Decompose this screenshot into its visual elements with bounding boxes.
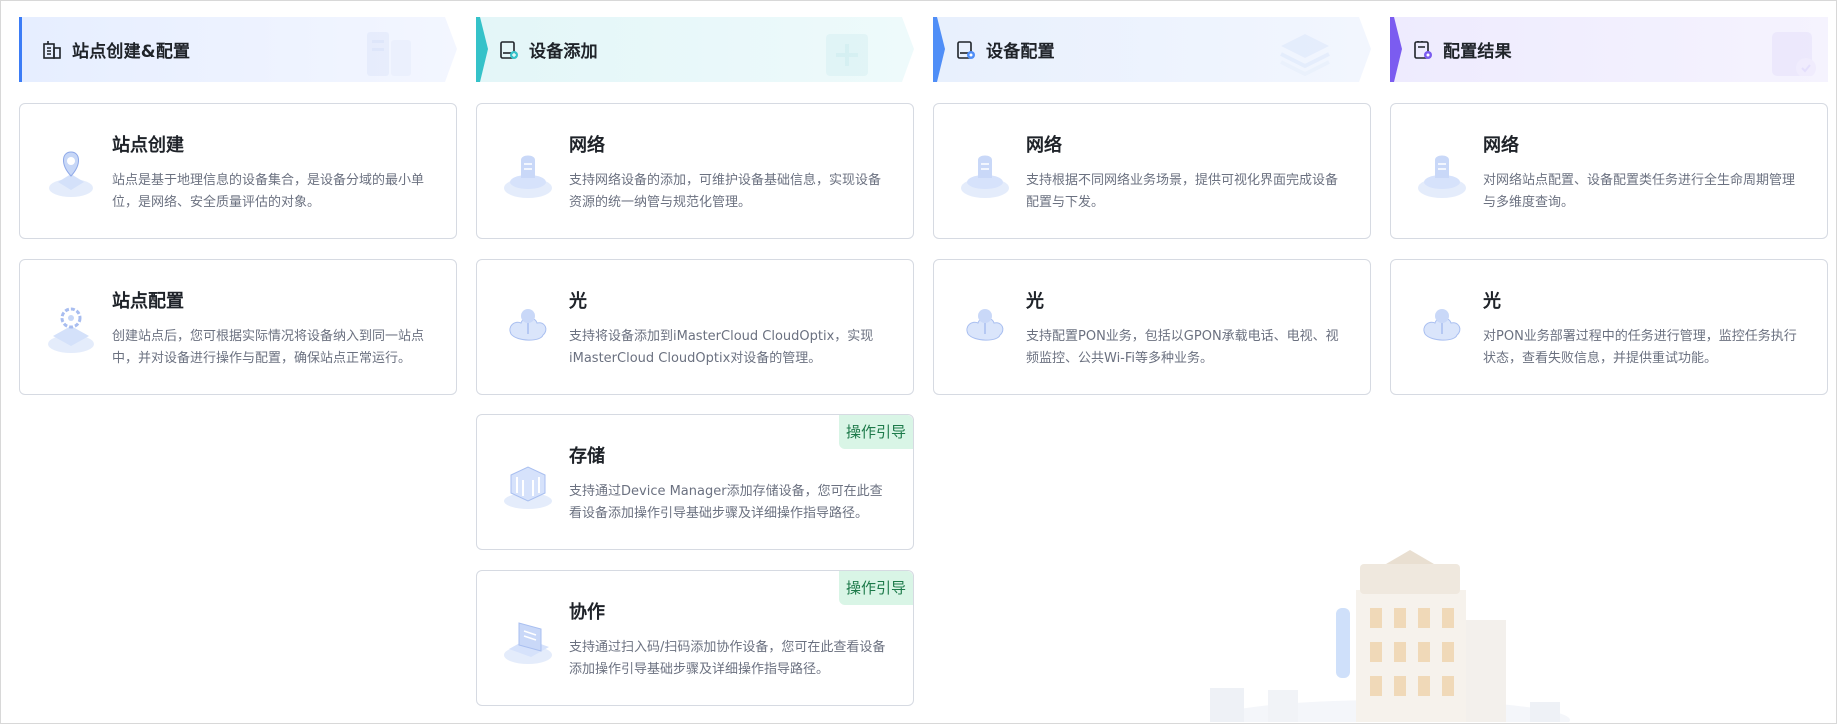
device-config-icon [957, 40, 975, 59]
column-header-device-config: 设备配置 [933, 17, 1371, 82]
column-header-device-add: 设备添加 [476, 17, 914, 82]
column-title: 配置结果 [1443, 42, 1512, 62]
collaboration-illustration [504, 622, 552, 664]
storage-illustration [504, 466, 552, 509]
card-description: 创建站点后，您可根据实际情况将设备纳入到同一站点中，并对设备进行操作与配置，确保… [112, 329, 425, 366]
card-title: 光 [569, 291, 587, 312]
site-create-illustration [49, 151, 93, 197]
card-site-config[interactable]: 站点配置 创建站点后，您可根据实际情况将设备纳入到同一站点中，并对设备进行操作与… [19, 259, 457, 395]
header-decoration-icon [367, 32, 411, 76]
column-title: 站点创建&配置 [72, 42, 191, 62]
network-illustration [504, 155, 552, 198]
card-collaboration-add[interactable]: 操作引导 协作 支持通过扫入码/扫码添加协作设备，您可在此查看设备添加操作引导基… [476, 570, 914, 706]
site-config-illustration [48, 307, 94, 353]
card-description: 支持配置PON业务，包括以GPON承载电话、电视、视频监控、公共Wi-Fi等多种… [1026, 329, 1339, 366]
card-description: 对网络站点配置、设备配置类任务进行全生命周期管理与多维度查询。 [1483, 173, 1796, 210]
card-optical-result[interactable]: 光 对PON业务部署过程中的任务进行管理，监控任务执行状态，查看失败信息，并提供… [1390, 259, 1828, 395]
column-title: 设备配置 [986, 42, 1055, 62]
card-title: 站点配置 [112, 291, 184, 312]
card-title: 站点创建 [112, 135, 184, 156]
card-description: 对PON业务部署过程中的任务进行管理，监控任务执行状态，查看失败信息，并提供重试… [1483, 329, 1797, 366]
guide-badge[interactable]: 操作引导 [838, 415, 913, 449]
network-illustration [1418, 155, 1466, 198]
building-illustration [1210, 550, 1570, 722]
card-title: 网络 [569, 135, 605, 156]
card-description: 支持通过Device Manager添加存储设备，您可在此查看设备添加操作引导基… [569, 484, 883, 521]
header-decoration-icon [826, 34, 868, 76]
card-description: 支持通过扫入码/扫码添加协作设备，您可在此查看设备添加操作引导基础步骤及详细操作… [569, 640, 886, 677]
card-network-add[interactable]: 网络 支持网络设备的添加，可维护设备基础信息，实现设备资源的统一纳管与规范化管理… [476, 103, 914, 239]
card-optical-config[interactable]: 光 支持配置PON业务，包括以GPON承载电话、电视、视频监控、公共Wi-Fi等… [933, 259, 1371, 395]
card-title: 存储 [569, 446, 605, 467]
card-title: 光 [1026, 291, 1044, 312]
network-illustration [961, 155, 1009, 198]
optical-illustration [966, 309, 1004, 341]
building-icon [43, 40, 61, 59]
guide-badge[interactable]: 操作引导 [838, 571, 913, 605]
card-network-result[interactable]: 网络 对网络站点配置、设备配置类任务进行全生命周期管理与多维度查询。 [1390, 103, 1828, 239]
config-result-icon [1414, 40, 1432, 59]
header-decoration-icon [1772, 32, 1816, 76]
card-title: 协作 [569, 602, 605, 623]
card-description: 站点是基于地理信息的设备集合，是设备分域的最小单位，是网络、安全质量评估的对象。 [112, 173, 425, 210]
card-network-config[interactable]: 网络 支持根据不同网络业务场景，提供可视化界面完成设备配置与下发。 [933, 103, 1371, 239]
card-title: 网络 [1026, 135, 1062, 156]
card-description: 支持网络设备的添加，可维护设备基础信息，实现设备资源的统一纳管与规范化管理。 [569, 173, 882, 210]
card-description: 支持根据不同网络业务场景，提供可视化界面完成设备配置与下发。 [1026, 173, 1339, 210]
column-header-site: 站点创建&配置 [19, 17, 457, 82]
device-add-icon [500, 40, 518, 59]
card-site-create[interactable]: 站点创建 站点是基于地理信息的设备集合，是设备分域的最小单位，是网络、安全质量评… [19, 103, 457, 239]
column-title: 设备添加 [529, 42, 598, 62]
card-optical-add[interactable]: 光 支持将设备添加到iMasterCloud CloudOptix，实现iMas… [476, 259, 914, 395]
card-description: 支持将设备添加到iMasterCloud CloudOptix，实现iMaste… [569, 329, 874, 366]
card-title: 光 [1483, 291, 1501, 312]
header-decoration-icon [1280, 34, 1330, 76]
card-title: 网络 [1483, 135, 1519, 156]
optical-illustration [509, 309, 547, 341]
card-storage-add[interactable]: 操作引导 存储 支持通过Device Manager添加存储设备，您可在此查看设… [476, 414, 914, 550]
column-header-config-result: 配置结果 [1390, 17, 1828, 82]
optical-illustration [1423, 309, 1461, 341]
